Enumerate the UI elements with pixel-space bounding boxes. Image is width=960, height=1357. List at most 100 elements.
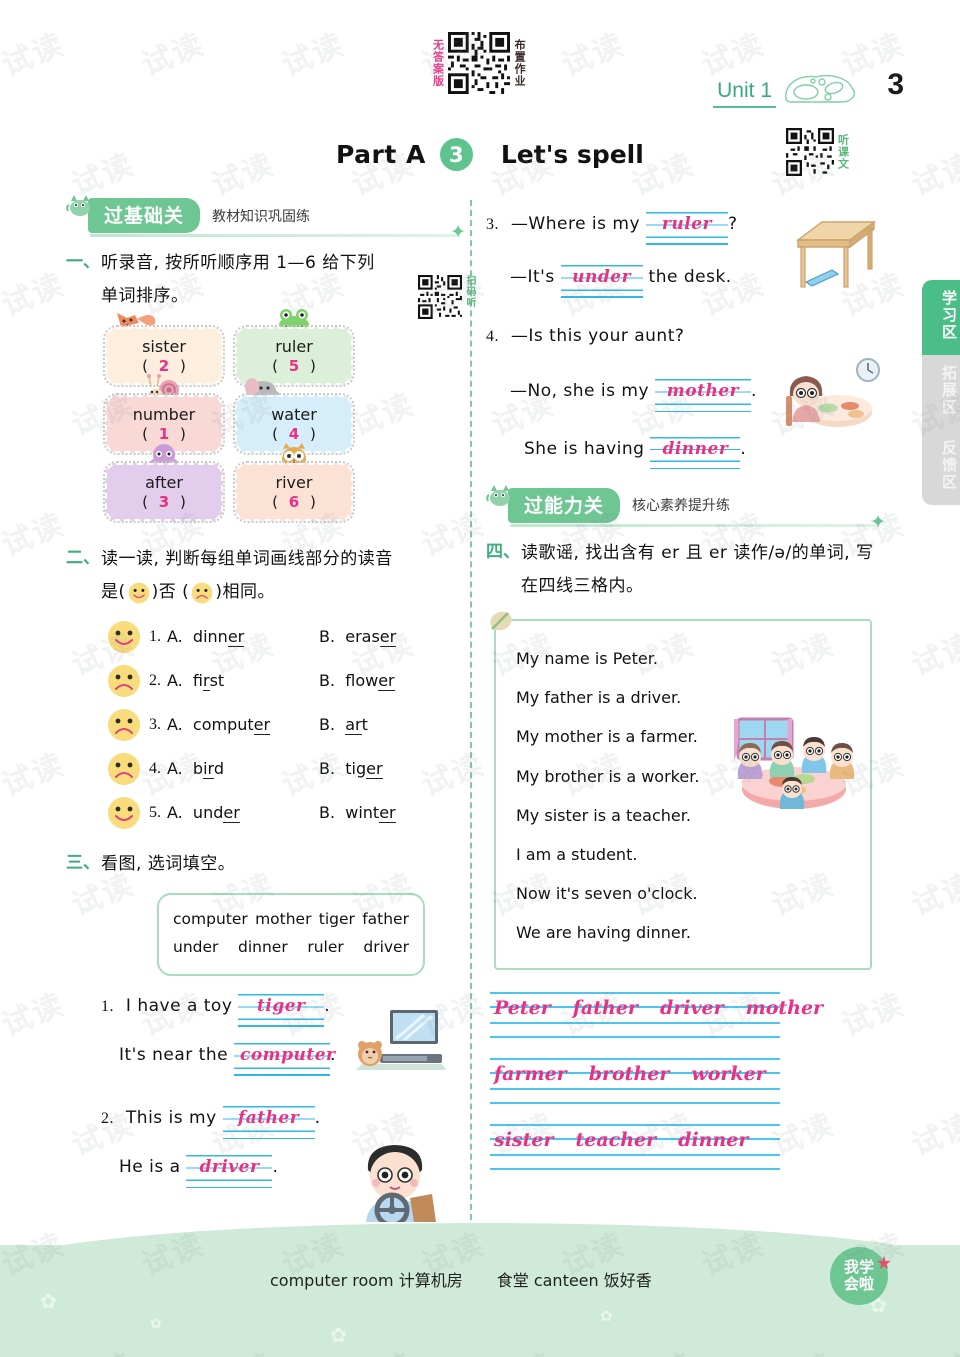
word-card-word: river	[275, 472, 313, 492]
question-3: 三、 看图, 选词填空。 computer mother tiger fathe…	[66, 848, 466, 1223]
bank-word[interactable]: tiger	[319, 905, 355, 934]
grid-words: sister teacher dinner	[494, 1129, 780, 1151]
option-b-pre: wint	[345, 803, 380, 823]
option-a[interactable]: A. computer	[167, 715, 319, 736]
tab-extension-zone[interactable]: 拓展区	[922, 355, 960, 430]
page-footer: ✿ ✿ ✿ ✿ ✿ computer room 计算机房 食堂 canteen …	[0, 1223, 960, 1357]
fill-sentence: 4. —Is this your aunt?	[486, 320, 886, 353]
scan-listen-qr-group[interactable]: 扫码听	[417, 275, 475, 319]
poem-line: I am a student.	[516, 844, 638, 864]
sad-face-icon	[108, 664, 140, 697]
word-card-answer: ( 5 )	[272, 356, 316, 375]
girl-having-dinner-image	[786, 358, 880, 428]
sentence-post: ?	[727, 214, 738, 234]
scan-listen-label: 扫码听	[464, 275, 475, 308]
tab-study-zone[interactable]: 学习区	[922, 280, 960, 355]
word-card[interactable]: river ( 6 )	[233, 443, 355, 524]
sentence-pre: I have a toy	[125, 996, 233, 1017]
option-a[interactable]: A. first	[167, 671, 319, 692]
bank-word[interactable]: computer	[173, 905, 248, 934]
option-a-pre: dinn	[192, 627, 228, 647]
option-b-underlined: er	[379, 803, 396, 824]
answer-blank[interactable]: tiger	[238, 994, 325, 1027]
bank-word[interactable]: mother	[255, 905, 311, 934]
grid-line	[490, 1036, 780, 1038]
option-number: 2.	[149, 671, 161, 689]
option-b[interactable]: B. winter	[319, 803, 396, 824]
four-line-grid[interactable]: sister teacher dinner	[490, 1124, 780, 1170]
sentence-post: .	[740, 438, 747, 459]
option-a-underlined: er	[227, 627, 245, 648]
four-line-grid[interactable]: farmer brother worker	[490, 1058, 780, 1104]
word-card-body: after ( 3 )	[103, 461, 225, 524]
item-number: 3.	[486, 216, 499, 233]
bank-word[interactable]: under	[173, 933, 218, 962]
listen-text-label: 听课文	[836, 134, 850, 170]
option-b[interactable]: B. art	[319, 715, 368, 736]
question-1-number: 一、	[66, 252, 100, 272]
question-4-line2: 在四线三格内。	[521, 575, 644, 596]
question-2: 二、 读一读, 判断每组单词画线部分的读音 是( )否 ()相同。 1. A.…	[66, 543, 466, 839]
handwritten-word: driver	[659, 997, 724, 1020]
answer-blank[interactable]: computer	[233, 1043, 335, 1076]
option-a[interactable]: A. bird	[167, 759, 319, 780]
handwritten-word: father	[572, 997, 638, 1020]
fill-sentence: She is having dinner.	[524, 433, 886, 469]
option-row[interactable]: 4. A. bird B. tiger	[107, 752, 466, 786]
option-a[interactable]: A. under	[167, 803, 319, 824]
footer-vocabulary: computer room 计算机房 食堂 canteen 饭好香	[270, 1267, 652, 1291]
happy-face-icon	[108, 796, 140, 829]
option-b-underlined: ar	[345, 715, 362, 736]
learned-badge-label: 我学 会啦	[843, 1257, 874, 1293]
poem-line: My father is a driver.	[516, 688, 682, 708]
clover-icon: ✿	[150, 1315, 162, 1331]
tab-feedback-zone[interactable]: 反馈区	[922, 430, 960, 505]
option-b[interactable]: B. tiger	[319, 759, 383, 780]
option-row[interactable]: 1. A. dinner B. eraser	[107, 620, 466, 654]
option-b[interactable]: B. flower	[319, 671, 395, 692]
answer-blank[interactable]: father	[222, 1106, 315, 1139]
answer-blank[interactable]: under	[560, 265, 643, 298]
word-card-answer: ( 4 )	[272, 424, 316, 443]
sentence-pre: —Where is my	[510, 214, 641, 234]
clover-icon: ✿	[40, 1291, 57, 1313]
answer-blank[interactable]: driver	[186, 1155, 273, 1188]
word-card-answer: ( 3 )	[142, 492, 186, 511]
question-3-number: 三、	[66, 852, 100, 873]
grid-line	[490, 1088, 780, 1090]
happy-face-icon	[128, 582, 149, 604]
qr-code-icon[interactable]	[417, 275, 462, 319]
part-label: Part A	[336, 140, 426, 169]
option-row[interactable]: 5. A. under B. winter	[107, 796, 466, 830]
option-b[interactable]: B. eraser	[319, 627, 397, 648]
answer-blank[interactable]: ruler	[645, 212, 728, 245]
four-line-grid[interactable]: Peter father driver mother	[490, 992, 823, 1038]
bank-word[interactable]: dinner	[238, 933, 288, 962]
word-card-answer: ( 6 )	[272, 492, 316, 511]
item-number: 1.	[101, 998, 114, 1016]
answer-blank[interactable]: dinner	[650, 437, 741, 469]
assign-homework-qr-group[interactable]: 无答案版 布置作业	[432, 32, 526, 94]
qr-code-icon[interactable]	[447, 32, 510, 94]
column-divider	[470, 200, 472, 1240]
family-dinner-image	[734, 717, 855, 809]
answer-blank[interactable]: mother	[654, 379, 751, 412]
listen-text-qr-group[interactable]: 听课文	[786, 128, 850, 176]
option-a-underlined: ir	[203, 671, 210, 692]
bank-word[interactable]: father	[362, 905, 409, 934]
bank-word[interactable]: ruler	[307, 933, 343, 962]
option-number: 5.	[149, 803, 161, 821]
option-row[interactable]: 3. A. computer B. art	[107, 708, 466, 742]
clover-icon: ✿	[600, 1308, 613, 1325]
option-row[interactable]: 2. A. first B. flower	[107, 664, 466, 698]
banner-rule	[90, 234, 460, 237]
qr-code-icon[interactable]	[786, 128, 834, 176]
word-bank-row: under dinner ruler driver	[173, 933, 409, 962]
word-card[interactable]: after ( 3 )	[103, 444, 225, 524]
option-number: 3.	[149, 715, 161, 733]
option-a-underlined: ir	[203, 759, 214, 780]
question-4-number: 四、	[486, 541, 520, 562]
bank-word[interactable]: driver	[363, 933, 409, 962]
right-column: 3. —Where is my ruler? —It's under the d…	[486, 198, 886, 1190]
option-a[interactable]: A. dinner	[167, 627, 319, 648]
